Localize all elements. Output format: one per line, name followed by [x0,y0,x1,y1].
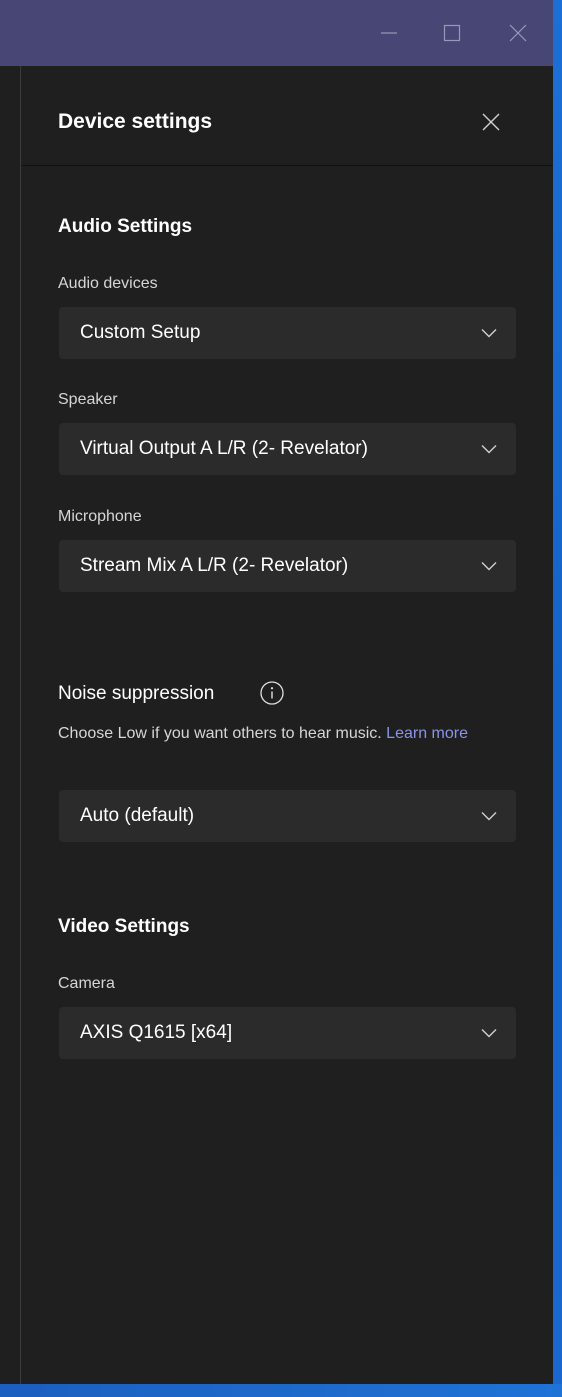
chevron-down-icon [481,1029,497,1038]
speaker-label: Speaker [58,391,118,408]
audio-settings-heading: Audio Settings [58,216,193,237]
audio-devices-value: Custom Setup [80,322,201,343]
learn-more-link[interactable]: Learn more [386,725,468,742]
device-settings-panel: Device settings Audio Settings Audio dev… [21,66,553,1384]
camera-label: Camera [58,975,115,992]
close-panel-button[interactable] [475,106,507,138]
maximize-icon [443,24,461,42]
audio-devices-dropdown[interactable]: Custom Setup [59,307,516,359]
maximize-button[interactable] [430,0,474,66]
close-icon [482,113,500,131]
microphone-dropdown[interactable]: Stream Mix A L/R (2- Revelator) [59,540,516,592]
speaker-value: Virtual Output A L/R (2- Revelator) [80,438,368,459]
chevron-down-icon [481,562,497,571]
noise-suppression-value: Auto (default) [80,805,195,826]
info-icon[interactable] [259,680,285,706]
minimize-button[interactable] [367,0,411,66]
app-window: Device settings Audio Settings Audio dev… [0,0,553,1384]
left-rail [0,66,21,1384]
camera-value: AXIS Q1615 [x64] [80,1022,233,1043]
microphone-label: Microphone [58,508,142,525]
video-settings-heading: Video Settings [58,916,190,937]
chevron-down-icon [481,445,497,454]
noise-help-text: Choose Low if you want others to hear mu… [58,725,382,742]
chevron-down-icon [481,812,497,821]
close-icon [509,24,527,42]
chevron-down-icon [481,329,497,338]
noise-suppression-label: Noise suppression [58,683,215,704]
panel-title: Device settings [58,110,213,133]
desktop-background-bottom [0,1384,562,1397]
microphone-value: Stream Mix A L/R (2- Revelator) [80,555,349,576]
noise-suppression-help: Choose Low if you want others to hear mu… [58,720,528,748]
close-window-button[interactable] [496,0,540,66]
minimize-icon [381,32,397,34]
camera-dropdown[interactable]: AXIS Q1615 [x64] [59,1007,516,1059]
desktop-background [553,0,562,1397]
title-bar [0,0,553,66]
panel-header: Device settings [21,66,553,166]
audio-devices-label: Audio devices [58,275,158,292]
noise-suppression-dropdown[interactable]: Auto (default) [59,790,516,842]
speaker-dropdown[interactable]: Virtual Output A L/R (2- Revelator) [59,423,516,475]
